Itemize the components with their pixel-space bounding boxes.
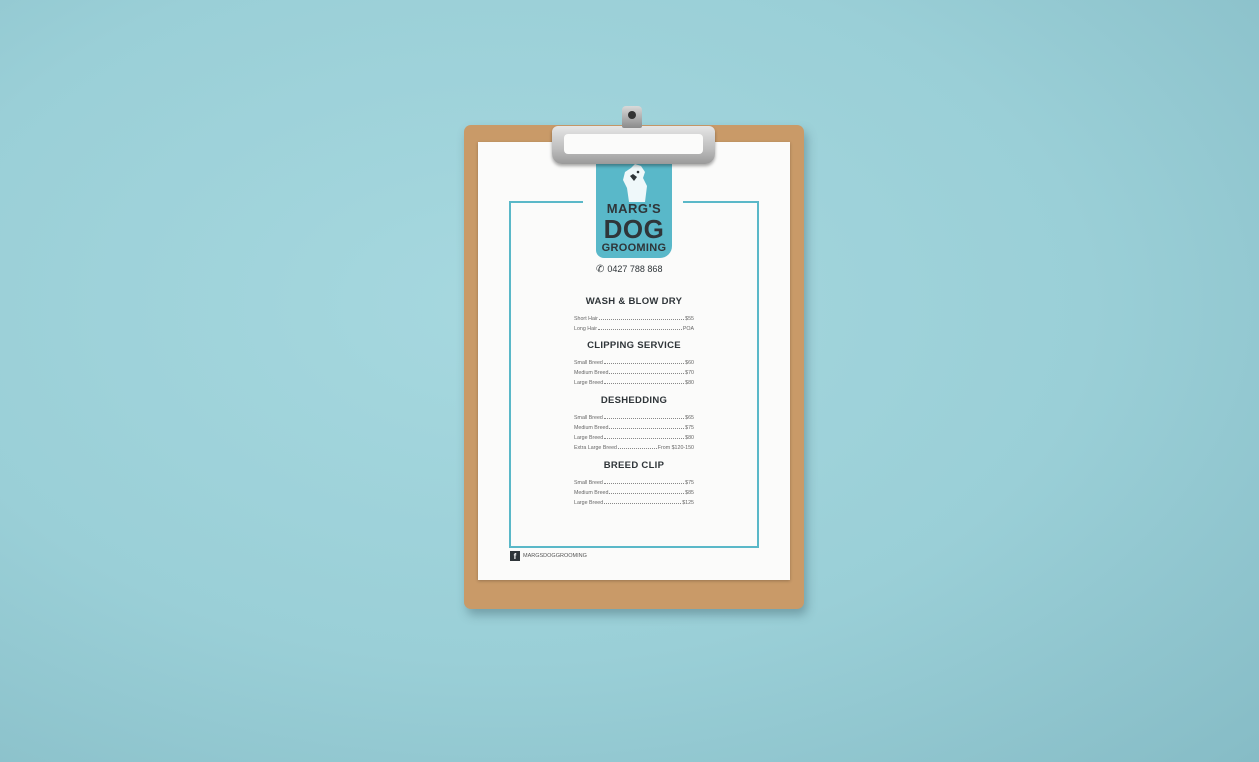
list-item: Large Breed $80: [574, 376, 694, 386]
section-title: WASH & BLOW DRY: [585, 296, 683, 307]
hanger-hole: [628, 111, 636, 119]
border-line: [509, 201, 511, 548]
clip-opening: [564, 134, 703, 154]
menu-section: BREED CLIP Small Breed $75 Medium Breed $8…: [574, 460, 694, 506]
section-title: BREED CLIP: [603, 460, 665, 471]
brand-line-2: DOG: [603, 214, 665, 244]
social-handle: f MARGSDOGGROOMING: [510, 551, 587, 561]
clip-hanger: [622, 106, 642, 128]
clipboard-clip: [552, 126, 715, 164]
menu-section: WASH & BLOW DRY Short Hair $55 Long Hair P…: [574, 296, 694, 332]
list-item: Extra Large Breed From $120-150: [574, 441, 694, 451]
menu-section: CLIPPING SERVICE Small Breed $60 Medium B…: [574, 340, 694, 386]
list-item: Large Breed $125: [574, 496, 694, 506]
list-item: Medium Breed $85: [574, 486, 694, 496]
list-item: Large Breed $80: [574, 431, 694, 441]
facebook-icon: f: [510, 551, 520, 561]
menu-section: DESHEDDING Small Breed $65 Medium Breed $7…: [574, 395, 694, 451]
brand-wordmark: MARG'S DOG GROOMING: [572, 202, 696, 254]
brand-line-3: GROOMING: [601, 242, 667, 254]
list-item: Medium Breed $70: [574, 366, 694, 376]
phone-icon: ✆: [596, 264, 605, 275]
border-line: [757, 201, 759, 548]
list-item: Small Breed $65: [574, 411, 694, 421]
list-item: Small Breed $75: [574, 476, 694, 486]
phone-number: 0427 788 868: [607, 264, 663, 274]
social-handle-text: MARGSDOGGROOMING: [523, 553, 587, 559]
list-item: Medium Breed $75: [574, 421, 694, 431]
phone-contact: ✆ 0427 788 868: [596, 264, 696, 275]
price-list-sheet: MARG'S DOG GROOMING ✆ 0427 788 868 WASH &…: [478, 142, 790, 580]
list-item: Small Breed $60: [574, 356, 694, 366]
section-title: DESHEDDING: [600, 395, 668, 406]
section-title: CLIPPING SERVICE: [587, 340, 681, 351]
list-item: Long Hair POA: [574, 322, 694, 332]
border-line: [509, 546, 759, 548]
list-item: Short Hair $55: [574, 312, 694, 322]
dog-logo-icon: [623, 164, 647, 202]
